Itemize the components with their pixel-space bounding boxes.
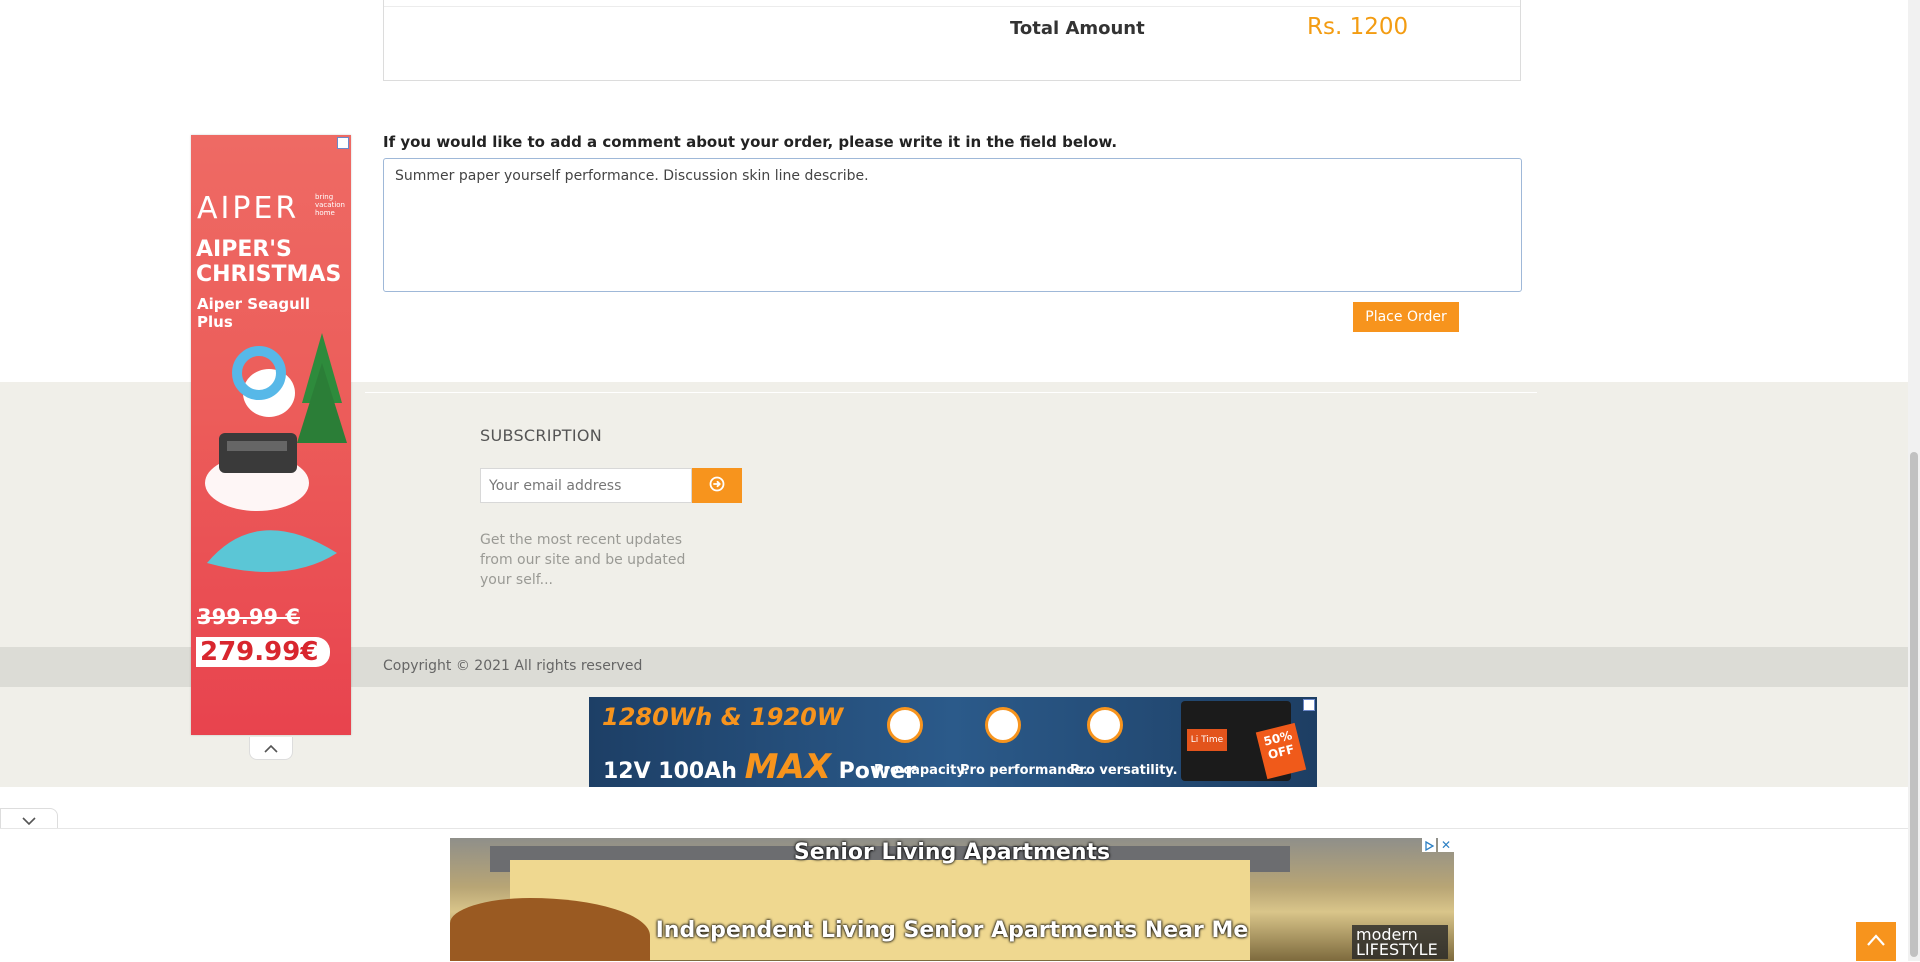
subscription-description: Get the most recent updates from our sit…	[480, 532, 686, 588]
bottom-ad-title: Senior Living Apartments	[793, 840, 1111, 865]
banner-ad[interactable]: 1280Wh & 1920W 12V 100Ah MAX Power Pro c…	[589, 697, 1317, 787]
scrollbar-thumb[interactable]	[1910, 452, 1918, 957]
ad-old-price: 399.99 €	[197, 605, 300, 629]
chevron-up-icon	[264, 739, 278, 758]
ad-brand-tagline: bring vacation home	[315, 193, 345, 217]
place-order-button[interactable]: Place Order	[1353, 302, 1459, 332]
battery-label: Li Time	[1187, 729, 1227, 751]
side-ad[interactable]: AIPER bring vacation home AIPER'S CHRIST…	[191, 135, 351, 735]
row-divider	[384, 6, 1520, 7]
chevron-up-icon	[1866, 932, 1886, 951]
comment-label: If you would like to add a comment about…	[383, 133, 1118, 151]
versatility-icon	[1087, 707, 1123, 743]
banner-capacity: 12V 100Ah	[603, 759, 737, 784]
side-ad-collapse-button[interactable]	[249, 737, 293, 760]
banner-max: MAX	[744, 747, 831, 787]
subscription-submit-button[interactable]	[692, 468, 742, 503]
total-amount-label: Total Amount	[1010, 18, 1145, 39]
close-icon[interactable]: ✕	[1438, 838, 1454, 852]
adchoices-icon[interactable]	[1422, 838, 1436, 852]
banner-feature-1: Pro capacity.	[874, 763, 969, 778]
subscription-title: SUBSCRIPTION	[480, 426, 603, 445]
ad-new-price: 279.99€	[196, 637, 331, 667]
copyright-text: Copyright © 2021 All rights reserved	[383, 658, 643, 674]
order-summary: Total Amount Rs. 1200	[383, 0, 1521, 81]
banner-headline: 1280Wh & 1920W	[602, 703, 844, 731]
order-comment-textarea[interactable]	[383, 158, 1522, 292]
chevron-down-icon	[22, 811, 36, 830]
performance-icon	[985, 707, 1021, 743]
subscription-email-input[interactable]	[480, 468, 692, 503]
footer-divider	[365, 392, 1537, 393]
bottom-ad[interactable]: Senior Living Apartments Independent Liv…	[450, 838, 1454, 961]
ad-brand-logo: AIPER	[197, 191, 300, 226]
bottom-ad-subtitle: Independent Living Senior Apartments Nea…	[655, 918, 1249, 943]
page-scrollbar[interactable]	[1908, 0, 1920, 961]
adchoices-icon[interactable]	[337, 137, 349, 149]
banner-subline: 12V 100Ah MAX Power	[603, 747, 916, 787]
total-amount-value: Rs. 1200	[1307, 14, 1409, 40]
ad-headline: AIPER'S CHRISTMAS	[196, 237, 342, 287]
arrow-circle-right-icon	[709, 476, 725, 495]
ad-product-illustration	[205, 333, 347, 572]
bottom-ad-brand: modern LIFESTYLE	[1352, 925, 1448, 959]
capacity-icon	[887, 707, 923, 743]
banner-feature-3: Pro versatility.	[1070, 763, 1178, 778]
adchoices-icon[interactable]	[1303, 699, 1315, 711]
banner-feature-2: Pro performance.	[960, 763, 1088, 778]
scroll-to-top-button[interactable]	[1856, 922, 1896, 961]
